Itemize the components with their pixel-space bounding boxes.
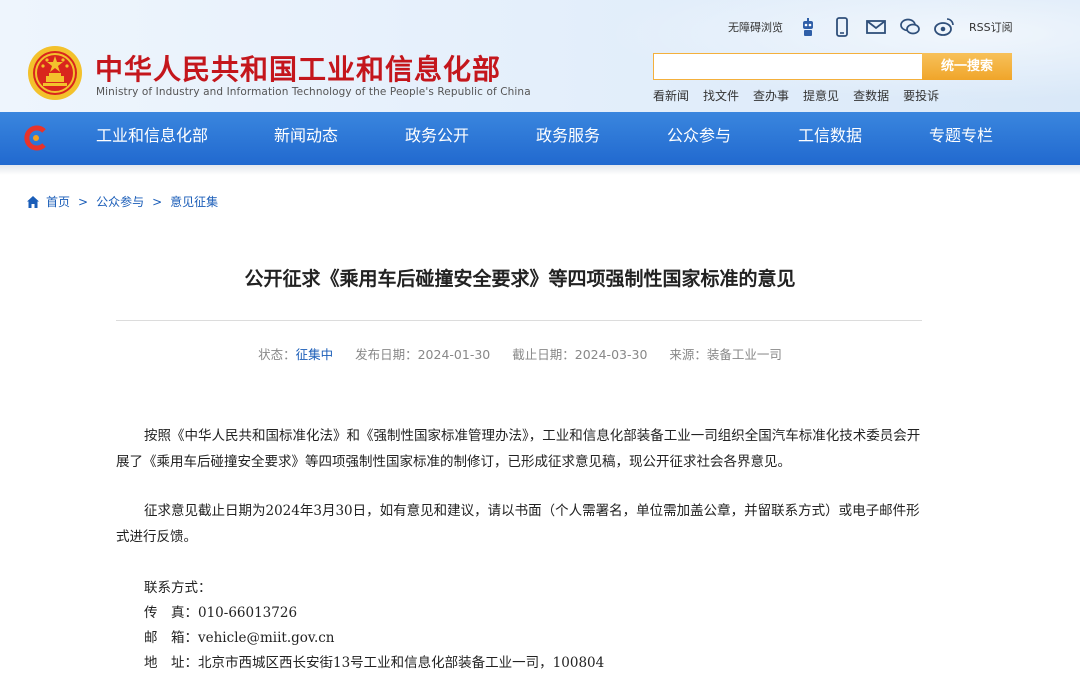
article-title: 公开征求《乘用车后碰撞安全要求》等四项强制性国家标准的意见: [244, 268, 796, 290]
quick-link-services[interactable]: 查办事: [753, 87, 789, 104]
wechat-icon[interactable]: [899, 16, 921, 38]
quick-link-news[interactable]: 看新闻: [653, 87, 689, 104]
quick-link-files[interactable]: 找文件: [703, 87, 739, 104]
robot-icon[interactable]: [797, 16, 819, 38]
utility-bar: 无障碍浏览 RSS订阅: [728, 14, 1013, 40]
publish-date-label: 发布日期：: [355, 347, 418, 362]
breadcrumb-opinion-collection[interactable]: 意见征集: [170, 193, 218, 210]
breadcrumb-separator: >: [152, 194, 163, 209]
source-value: 装备工业一司: [706, 347, 782, 362]
home-icon: [27, 195, 39, 208]
contact-fax: 传 真：010-66013726: [144, 605, 298, 621]
national-emblem-icon: [28, 46, 82, 100]
breadcrumb-separator: >: [78, 194, 89, 209]
paragraph-text: 征求意见截止日期为2024年3月30日，如有意见和建议，请以书面（个人需署名，单…: [116, 503, 920, 545]
publish-date-value: 2024-01-30: [417, 347, 491, 362]
mobile-icon[interactable]: [831, 16, 853, 38]
site-subtitle-en: Ministry of Industry and Information Tec…: [96, 86, 531, 98]
quick-link-data[interactable]: 查数据: [853, 87, 889, 104]
nav-item-data[interactable]: 工信数据: [798, 112, 862, 165]
breadcrumb: 首页 > 公众参与 > 意见征集: [26, 193, 218, 210]
source-label: 来源：: [669, 347, 707, 362]
header-shadow: [0, 165, 1080, 175]
main-nav: 工业和信息化部 新闻动态 政务公开 政务服务 公众参与 工信数据 专题专栏: [0, 112, 1080, 165]
nav-item-news[interactable]: 新闻动态: [274, 112, 338, 165]
rss-link[interactable]: RSS订阅: [969, 19, 1013, 35]
nav-item-open-government[interactable]: 政务公开: [405, 112, 469, 165]
contact-email[interactable]: 邮 箱：vehicle@miit.gov.cn: [144, 626, 335, 646]
paragraph-text: 按照《中华人民共和国标准化法》和《强制性国家标准管理办法》，工业和信息化部装备工…: [116, 428, 921, 470]
deadline-value: 2024-03-30: [574, 347, 648, 362]
contact-heading: 联系方式：: [144, 580, 212, 596]
nav-item-ministry[interactable]: 工业和信息化部: [96, 112, 208, 165]
miit-logo-icon[interactable]: [22, 124, 50, 152]
weibo-icon[interactable]: [933, 16, 955, 38]
nav-item-special-topics[interactable]: 专题专栏: [929, 112, 993, 165]
contact-address: 地 址：北京市西城区西长安街13号工业和信息化部装备工业一司，100804: [144, 655, 605, 671]
quick-link-suggestions[interactable]: 提意见: [803, 87, 839, 104]
search-input[interactable]: [653, 53, 923, 80]
nav-item-government-services[interactable]: 政务服务: [536, 112, 600, 165]
nav-item-public-participation[interactable]: 公众参与: [667, 112, 731, 165]
status-label: 状态：: [258, 347, 296, 362]
search-button[interactable]: 统一搜索: [922, 53, 1012, 80]
site-header: 中华人民共和国工业和信息化部 Ministry of Industry and …: [0, 0, 1080, 165]
status-value: 征集中: [295, 347, 334, 362]
article-meta: 状态：征集中 发布日期：2024-01-30 截止日期：2024-03-30 来…: [0, 344, 1040, 363]
quick-links: 看新闻 找文件 查办事 提意见 查数据 要投诉: [653, 87, 953, 104]
article-paragraph-1: 按照《中华人民共和国标准化法》和《强制性国家标准管理办法》，工业和信息化部装备工…: [116, 423, 926, 475]
site-title[interactable]: 中华人民共和国工业和信息化部: [95, 48, 501, 88]
deadline-label: 截止日期：: [512, 347, 575, 362]
article-paragraph-2: 征求意见截止日期为2024年3月30日，如有意见和建议，请以书面（个人需署名，单…: [116, 498, 926, 550]
title-divider: [116, 320, 922, 321]
breadcrumb-public-participation[interactable]: 公众参与: [96, 193, 144, 210]
quick-link-complaints[interactable]: 要投诉: [903, 87, 939, 104]
accessibility-link[interactable]: 无障碍浏览: [728, 19, 783, 35]
mail-icon[interactable]: [865, 16, 887, 38]
breadcrumb-home[interactable]: 首页: [46, 193, 70, 210]
